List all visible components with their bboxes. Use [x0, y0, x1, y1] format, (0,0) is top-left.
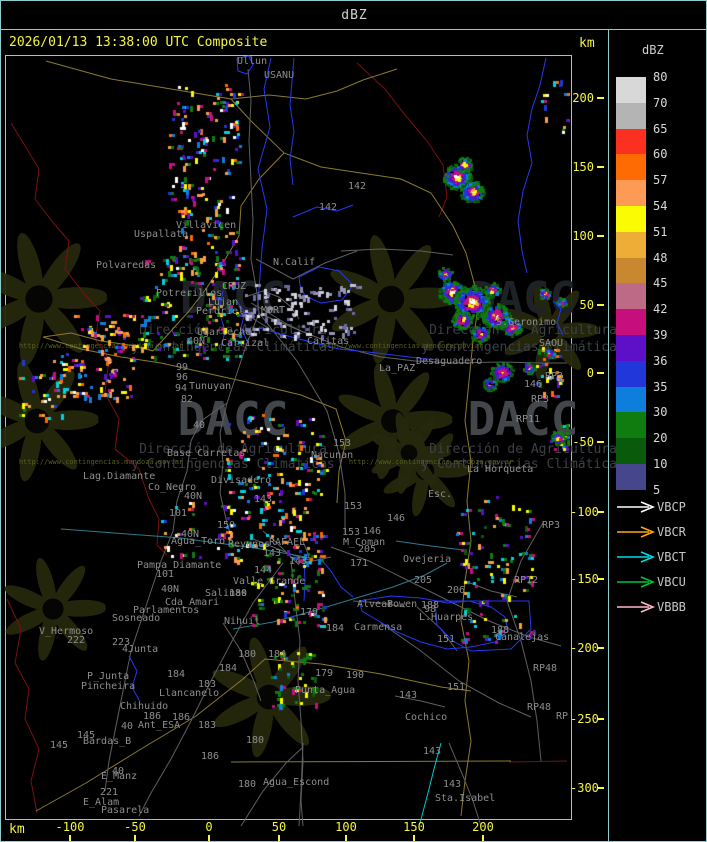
- colorbar-tick-label: 35: [653, 379, 668, 394]
- x-tick-mark: [208, 835, 210, 841]
- title-bar: dBZ: [1, 1, 706, 30]
- colorbar-band: [616, 309, 646, 335]
- y-tick-label: -100: [570, 505, 599, 519]
- colorbar-band: [616, 154, 646, 181]
- colorbar-tick-label: 30: [653, 405, 668, 420]
- y-tick-label: -150: [570, 572, 599, 586]
- y-tick-label: 200: [572, 91, 594, 105]
- x-tick-label: 150: [403, 820, 425, 834]
- y-tick-label: -50: [572, 435, 594, 449]
- legend-label: VBBB: [657, 600, 686, 614]
- y-tick-mark: [597, 578, 604, 580]
- colorbar-tick-label: 51: [653, 224, 668, 239]
- colorbar-tick-label: 45: [653, 276, 668, 291]
- x-tick-mark: [134, 835, 136, 841]
- colorbar-tick-label: 20: [653, 431, 668, 446]
- y-tick-mark: [597, 787, 604, 789]
- y-tick-label: 0: [586, 366, 594, 380]
- colorbar-tick-label: 57: [653, 173, 668, 188]
- colorbar-band: [616, 335, 646, 361]
- panel-divider: [608, 29, 609, 841]
- x-tick-mark: [482, 835, 484, 841]
- colorbar-band: [616, 360, 646, 387]
- y-tick-label: 50: [579, 298, 594, 312]
- colorbar-band: [616, 257, 646, 284]
- legend-label: VBCP: [657, 500, 686, 514]
- x-tick-mark: [345, 835, 347, 841]
- y-tick-label: 100: [572, 229, 594, 243]
- colorbar-band: [616, 231, 646, 258]
- x-tick-label: -50: [124, 820, 146, 834]
- y-tick-mark: [597, 441, 604, 443]
- y-tick-label: -250: [570, 712, 599, 726]
- legend-arrow-icon: [617, 526, 656, 538]
- colorbar-tick-label: 60: [653, 147, 668, 162]
- legend-label: VBCT: [657, 550, 686, 564]
- radar-app-window: dBZ 2026/01/13 13:38:00 UTC Composite km…: [0, 0, 707, 842]
- colorbar-tick-label: 42: [653, 302, 668, 317]
- colorbar-tick-label: 39: [653, 328, 668, 342]
- colorbar-tick-label: 70: [653, 95, 668, 110]
- colorbar-band: [616, 438, 646, 464]
- legend-label: VBCU: [657, 575, 686, 589]
- y-tick-mark: [597, 718, 604, 720]
- legend-arrow-icon: [617, 551, 656, 563]
- y-tick-mark: [597, 97, 604, 99]
- x-axis-unit-label: km: [9, 822, 25, 837]
- colorbar-band: [616, 412, 646, 439]
- y-tick-mark: [597, 372, 604, 374]
- colorbar-tick-label: 5: [653, 482, 661, 497]
- legend-arrow-icon: [617, 576, 656, 588]
- colorbar-tick-label: 54: [653, 199, 668, 213]
- colorbar-tick-label: 80: [653, 70, 668, 84]
- y-tick-label: 150: [572, 160, 594, 174]
- colorbar-tick-label: 48: [653, 250, 668, 265]
- legend-arrow-icon: [617, 601, 656, 613]
- colorbar-band: [616, 206, 646, 232]
- colorbar-band: [616, 102, 646, 129]
- x-tick-label: 50: [271, 820, 287, 834]
- y-tick-label: -200: [570, 641, 599, 655]
- y-tick-mark: [597, 235, 604, 237]
- radar-map: [5, 55, 572, 820]
- colorbar-band: [616, 128, 646, 155]
- x-tick-mark: [413, 835, 415, 841]
- x-tick-label: 0: [205, 820, 213, 834]
- x-tick-mark: [69, 835, 71, 841]
- colorbar-band: [616, 283, 646, 310]
- colorbar-band: [616, 180, 646, 206]
- colorbar-tick-label: 36: [653, 353, 668, 368]
- x-tick-label: 100: [335, 820, 357, 834]
- legend-label: VBCR: [657, 525, 686, 539]
- page-title: dBZ: [341, 7, 368, 23]
- y-tick-mark: [597, 647, 604, 649]
- x-tick-mark: [278, 835, 280, 841]
- x-tick-label: 200: [472, 820, 494, 834]
- legend-arrow-icon: [617, 501, 656, 513]
- colorbar-band: [616, 77, 646, 103]
- timestamp-label: 2026/01/13 13:38:00 UTC Composite: [9, 35, 268, 50]
- colorbar-band: [616, 386, 646, 413]
- x-tick-label: -100: [55, 820, 85, 834]
- colorbar-tick-label: 10: [653, 457, 668, 471]
- y-tick-mark: [597, 304, 604, 306]
- colorbar-tick-label: 65: [653, 121, 668, 136]
- y-tick-mark: [597, 166, 604, 168]
- y-axis-unit-label: km: [579, 36, 595, 51]
- y-tick-mark: [597, 511, 604, 513]
- y-tick-label: -300: [570, 781, 599, 795]
- colorbar-band: [616, 464, 646, 490]
- colorbar-title: dBZ: [642, 43, 664, 57]
